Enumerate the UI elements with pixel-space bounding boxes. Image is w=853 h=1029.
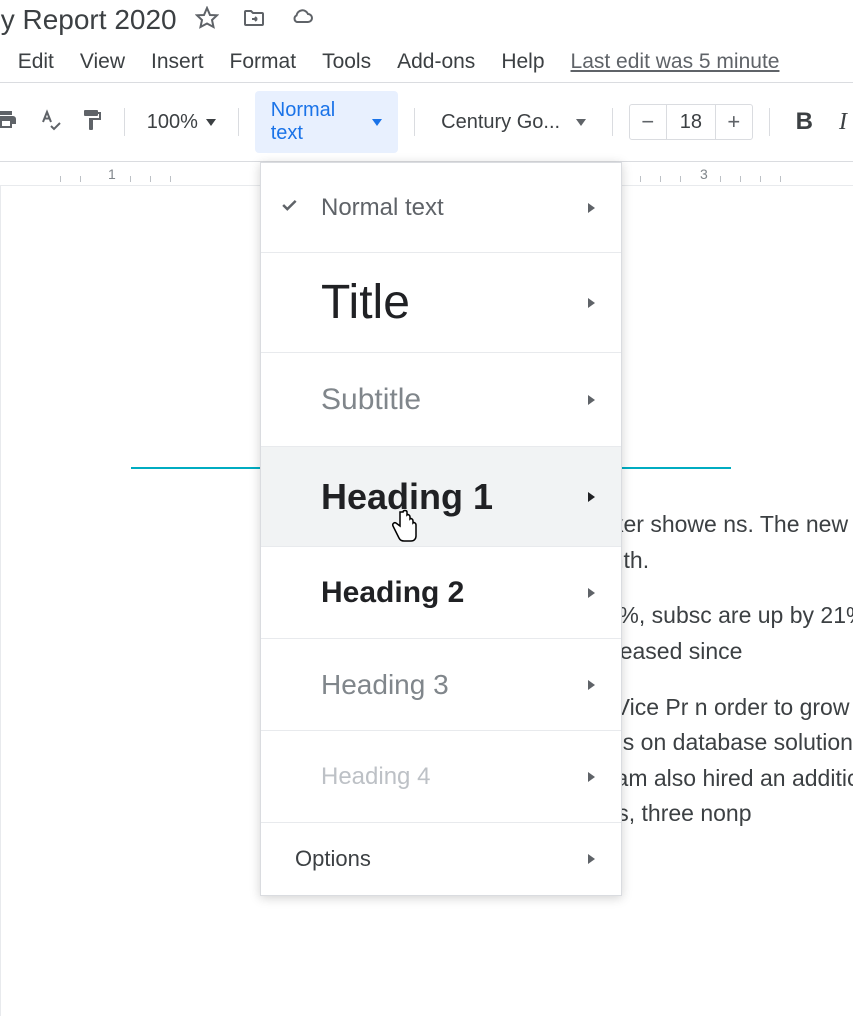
last-edit-link[interactable]: Last edit was 5 minute xyxy=(571,50,780,74)
style-label: Normal text xyxy=(321,194,444,222)
menu-help[interactable]: Help xyxy=(501,50,544,74)
chevron-right-icon xyxy=(588,298,595,308)
chevron-right-icon xyxy=(588,395,595,405)
style-label: Title xyxy=(321,275,410,330)
print-icon[interactable] xyxy=(0,104,22,141)
style-option-heading-2[interactable]: Heading 2 xyxy=(261,547,621,639)
style-label: Heading 1 xyxy=(321,476,493,518)
ruler-mark-3: 3 xyxy=(700,166,708,182)
zoom-value: 100% xyxy=(147,111,198,134)
chevron-right-icon xyxy=(588,680,595,690)
style-option-title[interactable]: Title xyxy=(261,253,621,353)
ruler-mark-1: 1 xyxy=(108,166,116,182)
increase-font-button[interactable]: + xyxy=(716,105,752,139)
chevron-right-icon xyxy=(588,492,595,502)
paragraph-styles-menu: Normal text Title Subtitle Heading 1 Hea… xyxy=(260,162,622,896)
paragraph-styles-dropdown[interactable]: Normal text xyxy=(255,91,399,153)
style-label: Heading 3 xyxy=(321,669,449,701)
chevron-right-icon xyxy=(588,588,595,598)
style-option-heading-1[interactable]: Heading 1 xyxy=(261,447,621,547)
font-size-value[interactable]: 18 xyxy=(666,105,716,139)
chevron-right-icon xyxy=(588,772,595,782)
italic-button[interactable]: I xyxy=(833,109,853,136)
style-option-normal-text[interactable]: Normal text xyxy=(261,163,621,253)
toolbar: 100% Normal text Century Go... − 18 + B … xyxy=(0,83,853,161)
style-label: Heading 2 xyxy=(321,576,464,610)
document-title[interactable]: onthly Report 2020 xyxy=(0,4,177,36)
chevron-down-icon xyxy=(206,119,216,126)
style-option-options[interactable]: Options xyxy=(261,823,621,895)
style-option-heading-4[interactable]: Heading 4 xyxy=(261,731,621,823)
chevron-right-icon xyxy=(588,203,595,213)
cloud-status-icon[interactable] xyxy=(289,6,315,35)
decrease-font-button[interactable]: − xyxy=(630,105,666,139)
title-bar: onthly Report 2020 xyxy=(0,0,853,40)
checkmark-icon xyxy=(279,194,299,222)
menu-format[interactable]: Format xyxy=(230,50,297,74)
chevron-right-icon xyxy=(588,854,595,864)
style-option-subtitle[interactable]: Subtitle xyxy=(261,353,621,447)
style-option-heading-3[interactable]: Heading 3 xyxy=(261,639,621,731)
chevron-down-icon xyxy=(372,119,382,126)
menu-addons[interactable]: Add-ons xyxy=(397,50,475,74)
menu-view[interactable]: View xyxy=(80,50,125,74)
paint-format-icon[interactable] xyxy=(76,104,108,141)
zoom-dropdown[interactable]: 100% xyxy=(141,111,222,134)
menu-bar: e Edit View Insert Format Tools Add-ons … xyxy=(0,40,853,82)
chevron-down-icon xyxy=(576,119,586,126)
menu-insert[interactable]: Insert xyxy=(151,50,204,74)
font-size-control: − 18 + xyxy=(629,104,753,140)
font-family-label: Century Go... xyxy=(441,111,560,134)
bold-button[interactable]: B xyxy=(786,108,823,136)
star-icon[interactable] xyxy=(195,6,219,35)
style-label: Subtitle xyxy=(321,383,421,417)
style-label: Options xyxy=(295,846,371,872)
font-family-dropdown[interactable]: Century Go... xyxy=(431,111,596,134)
menu-tools[interactable]: Tools xyxy=(322,50,371,74)
paragraph-style-label: Normal text xyxy=(271,99,345,145)
move-to-folder-icon[interactable] xyxy=(241,6,267,35)
spellcheck-icon[interactable] xyxy=(32,104,66,141)
style-label: Heading 4 xyxy=(321,763,430,791)
menu-edit[interactable]: Edit xyxy=(18,50,54,74)
